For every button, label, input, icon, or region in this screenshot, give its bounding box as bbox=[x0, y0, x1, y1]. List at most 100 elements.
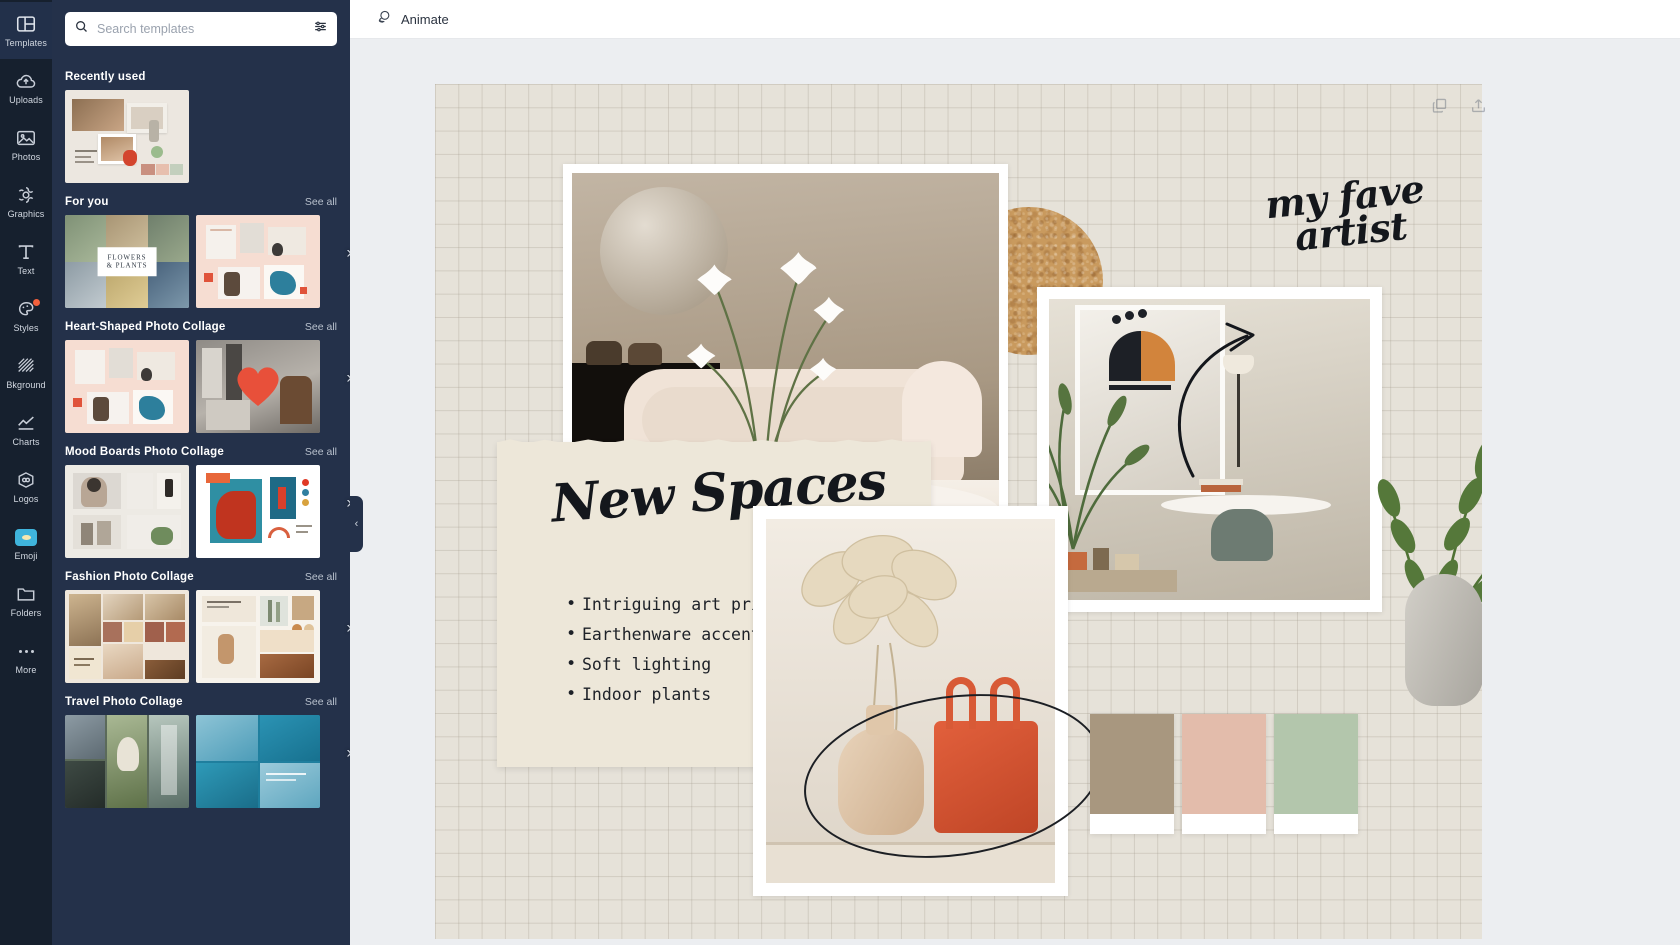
template-thumbnail[interactable] bbox=[196, 340, 320, 433]
section-recently-used: Recently used bbox=[52, 71, 350, 183]
editor-topbar: Animate bbox=[350, 0, 1680, 39]
section-title: Heart-Shaped Photo Collage bbox=[65, 321, 226, 333]
see-all-link[interactable]: See all bbox=[305, 446, 337, 458]
sidebar-item-more[interactable]: More bbox=[0, 629, 52, 686]
left-tool-rail: Templates Uploads Photos Graphics Text S… bbox=[0, 0, 52, 945]
canva-editor-app: Templates Uploads Photos Graphics Text S… bbox=[0, 0, 1680, 945]
heart-graphic bbox=[237, 367, 279, 406]
sidebar-item-label: Photos bbox=[11, 152, 41, 162]
section-title: Mood Boards Photo Collage bbox=[65, 446, 224, 458]
animate-circle-icon bbox=[376, 8, 393, 30]
template-thumbnail[interactable] bbox=[65, 590, 189, 683]
sidebar-item-styles[interactable]: Styles bbox=[0, 287, 52, 344]
sidebar-item-folders[interactable]: Folders bbox=[0, 572, 52, 629]
templates-scroll-region[interactable]: Recently used For you See all FLOWERS & … bbox=[52, 58, 350, 945]
sidebar-item-background[interactable]: Bkground bbox=[0, 344, 52, 401]
sidebar-item-label: Charts bbox=[12, 437, 40, 447]
sidebar-item-photos[interactable]: Photos bbox=[0, 116, 52, 173]
section-heart-shaped-photo-collage: Heart-Shaped Photo Collage See all bbox=[52, 321, 350, 433]
template-thumbnail[interactable] bbox=[196, 465, 320, 558]
sidebar-item-label: Uploads bbox=[9, 95, 43, 105]
sidebar-item-charts[interactable]: Charts bbox=[0, 401, 52, 458]
see-all-link[interactable]: See all bbox=[305, 571, 337, 583]
logos-icon bbox=[15, 469, 37, 491]
section-mood-boards-photo-collage: Mood Boards Photo Collage See all bbox=[52, 446, 350, 558]
section-title: Recently used bbox=[65, 71, 146, 83]
upload-cloud-icon bbox=[15, 70, 37, 92]
template-thumbnail[interactable] bbox=[65, 90, 189, 183]
emoji-icon bbox=[15, 526, 37, 548]
section-title: For you bbox=[65, 196, 109, 208]
swatch-fill bbox=[1090, 714, 1174, 814]
curved-arrow-annotation[interactable] bbox=[1135, 244, 1395, 484]
export-page-icon[interactable] bbox=[1470, 97, 1487, 114]
section-for-you: For you See all FLOWERS & PLANTS bbox=[52, 196, 350, 308]
template-thumbnail[interactable]: FLOWERS & PLANTS bbox=[65, 215, 189, 308]
styles-notification-badge bbox=[33, 299, 40, 306]
template-thumbnail[interactable] bbox=[65, 340, 189, 433]
swatch-card-sage[interactable] bbox=[1274, 714, 1358, 834]
editor-area: Animate New Spaces • Intriguing art prin… bbox=[350, 0, 1680, 945]
carousel-next-arrow[interactable]: › bbox=[346, 244, 350, 261]
sidebar-item-label: Templates bbox=[5, 38, 47, 48]
graphics-icon bbox=[15, 184, 37, 206]
sidebar-item-label: More bbox=[15, 665, 37, 675]
swatch-card-blush[interactable] bbox=[1182, 714, 1266, 834]
search-box[interactable] bbox=[65, 12, 337, 46]
section-title: Fashion Photo Collage bbox=[65, 571, 194, 583]
template-thumbnail[interactable] bbox=[65, 465, 189, 558]
sidebar-item-label: Bkground bbox=[6, 380, 46, 390]
sidebar-item-label: Text bbox=[17, 266, 35, 276]
templates-panel: Recently used bbox=[52, 0, 350, 945]
carousel-next-arrow[interactable]: › bbox=[346, 369, 350, 386]
template-thumbnail[interactable] bbox=[196, 215, 320, 308]
sidebar-item-graphics[interactable]: Graphics bbox=[0, 173, 52, 230]
swatch-fill bbox=[1182, 714, 1266, 814]
sidebar-item-text[interactable]: Text bbox=[0, 230, 52, 287]
template-thumbnail[interactable] bbox=[196, 590, 320, 683]
templates-icon bbox=[15, 13, 37, 35]
search-icon bbox=[74, 19, 89, 39]
sidebar-item-label: Folders bbox=[10, 608, 42, 618]
panel-collapse-handle[interactable]: ‹ bbox=[350, 496, 363, 552]
background-icon bbox=[15, 355, 37, 377]
section-travel-photo-collage: Travel Photo Collage See all bbox=[52, 696, 350, 808]
see-all-link[interactable]: See all bbox=[305, 196, 337, 208]
animate-label: Animate bbox=[401, 11, 449, 27]
section-title: Travel Photo Collage bbox=[65, 696, 183, 708]
sidebar-item-label: Logos bbox=[13, 494, 39, 504]
section-fashion-photo-collage: Fashion Photo Collage See all bbox=[52, 571, 350, 683]
sidebar-item-emoji[interactable]: Emoji bbox=[0, 515, 52, 572]
template-thumbnail[interactable] bbox=[65, 715, 189, 808]
animate-button[interactable]: Animate bbox=[368, 4, 457, 34]
folder-icon bbox=[15, 583, 37, 605]
duplicate-page-icon[interactable] bbox=[1431, 97, 1448, 114]
swatch-card-taupe[interactable] bbox=[1090, 714, 1174, 834]
annotation-line-2: artist bbox=[1292, 202, 1410, 260]
search-input[interactable] bbox=[97, 22, 305, 36]
canvas-page-tools bbox=[1431, 97, 1487, 114]
design-canvas[interactable]: New Spaces Intriguing art prints Earthen… bbox=[435, 84, 1482, 939]
swatch-fill bbox=[1274, 714, 1358, 814]
sidebar-item-logos[interactable]: Logos bbox=[0, 458, 52, 515]
sidebar-item-label: Emoji bbox=[14, 551, 38, 561]
see-all-link[interactable]: See all bbox=[305, 696, 337, 708]
more-dots-icon bbox=[15, 640, 37, 662]
annotation-text[interactable]: my fave artist bbox=[1263, 166, 1430, 260]
search-area bbox=[52, 0, 350, 46]
charts-icon bbox=[15, 412, 37, 434]
text-icon bbox=[15, 241, 37, 263]
carousel-next-arrow[interactable]: › bbox=[346, 619, 350, 636]
sidebar-item-uploads[interactable]: Uploads bbox=[0, 59, 52, 116]
sidebar-item-label: Graphics bbox=[7, 209, 45, 219]
filter-sliders-icon[interactable] bbox=[313, 19, 328, 39]
grey-vase-graphic[interactable] bbox=[1405, 574, 1482, 706]
sidebar-item-label: Styles bbox=[13, 323, 39, 333]
see-all-link[interactable]: See all bbox=[305, 321, 337, 333]
carousel-next-arrow[interactable]: › bbox=[346, 744, 350, 761]
sidebar-item-templates[interactable]: Templates bbox=[0, 2, 52, 59]
template-thumbnail[interactable] bbox=[196, 715, 320, 808]
canvas-area: New Spaces Intriguing art prints Earthen… bbox=[350, 39, 1680, 945]
photos-icon bbox=[15, 127, 37, 149]
thumbnail-caption: FLOWERS & PLANTS bbox=[97, 246, 157, 277]
